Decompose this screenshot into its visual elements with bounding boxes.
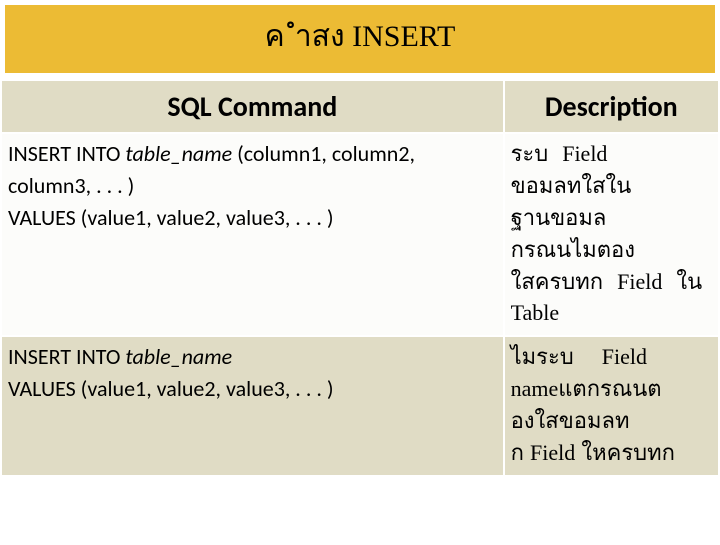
header-desc: Description — [504, 80, 719, 133]
desc-text: ใน — [676, 269, 702, 294]
desc-cell: ไมระบ Field nameแตกรณนต องใสขอมลท ก Field… — [504, 336, 719, 476]
desc-text: Table — [511, 300, 560, 325]
header-sql: SQL Command — [1, 80, 504, 133]
desc-text: แตกรณนต — [558, 376, 661, 401]
desc-text: ไมระบ — [511, 344, 574, 369]
desc-text: ก — [511, 440, 530, 465]
sql-cell: INSERT INTO table_name (column1, column2… — [1, 133, 504, 336]
desc-cell: ระบ Field ขอมลทใสใน ฐานขอมล กรณนไมตอง ใสค… — [504, 133, 719, 336]
desc-text: ใสครบทก — [511, 269, 604, 294]
table-name: table_name — [125, 140, 232, 167]
sql-text: VALUES (value1, value2, value3, . . . ) — [8, 204, 334, 231]
table-row: INSERT INTO table_name (column1, column2… — [1, 133, 719, 336]
sql-text: INSERT INTO — [8, 140, 125, 167]
sql-text: VALUES (value1, value2, value3, . . . ) — [8, 375, 334, 402]
desc-text: Field — [617, 269, 662, 294]
desc-text: Field — [562, 141, 607, 166]
desc-text: name — [511, 376, 559, 401]
title-text: ค ำสง INSERT — [265, 20, 456, 53]
desc-text: องใสขอมลท — [511, 408, 630, 433]
table-header-row: SQL Command Description — [1, 80, 719, 133]
slide: ค ำสง INSERT SQL Command Description INS… — [0, 5, 720, 545]
slide-title: ค ำสง INSERT — [5, 5, 715, 73]
desc-text: ใหครบทก — [575, 440, 675, 465]
sql-cell: INSERT INTO table_name VALUES (value1, v… — [1, 336, 504, 476]
desc-text: Field — [602, 344, 647, 369]
desc-text: ขอมลทใสใน — [511, 173, 632, 198]
sql-text: INSERT INTO — [8, 343, 125, 370]
sql-table: SQL Command Description INSERT INTO tabl… — [0, 79, 720, 477]
desc-text: ฐานขอมล — [511, 205, 607, 230]
table-row: INSERT INTO table_name VALUES (value1, v… — [1, 336, 719, 476]
table-name: table_name — [125, 343, 232, 370]
desc-text: ระบ — [511, 141, 549, 166]
desc-text: Field — [530, 440, 575, 465]
desc-text: กรณนไมตอง — [511, 237, 635, 262]
